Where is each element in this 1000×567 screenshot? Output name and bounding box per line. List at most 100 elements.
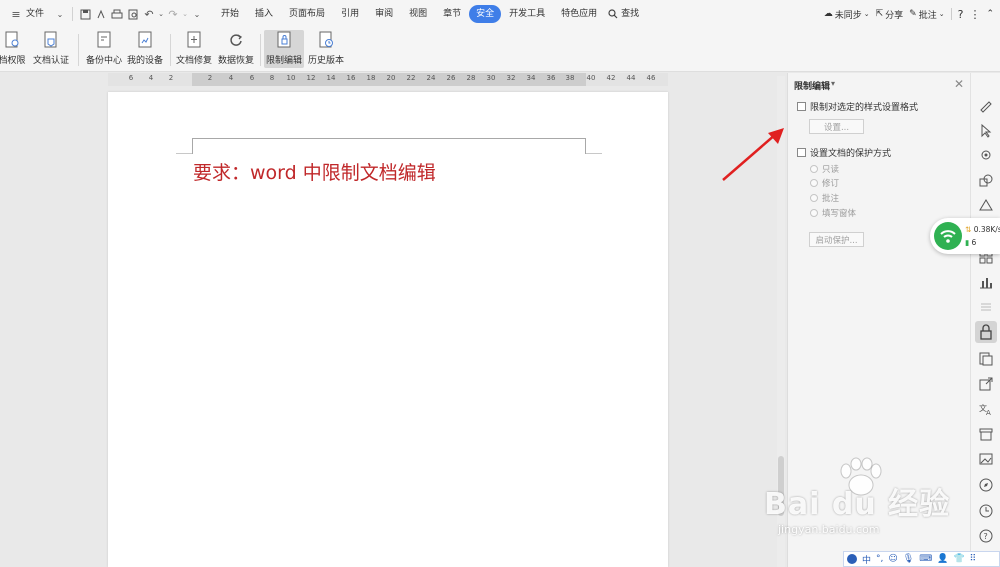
radio-circle[interactable] — [810, 179, 818, 187]
customize-toolbar-icon[interactable]: ⌄ — [189, 6, 205, 22]
tab-security[interactable]: 安全 — [469, 5, 502, 23]
ruler-tick: 4 — [228, 74, 234, 82]
help-button[interactable]: ? — [958, 8, 964, 21]
ime-logo-icon[interactable] — [847, 554, 857, 564]
network-count-value: 6 — [971, 238, 977, 247]
tab-page-layout[interactable]: 页面布局 — [281, 5, 333, 23]
ribbon-label: 限制编辑 — [265, 56, 302, 66]
document-permission-button[interactable]: 档权限 — [0, 30, 28, 68]
print-icon[interactable] — [109, 6, 125, 22]
emoji-icon[interactable]: ☺ — [888, 554, 897, 564]
radio-circle[interactable] — [810, 165, 818, 173]
menu-grid-icon[interactable]: ⠿ — [970, 554, 977, 564]
document-certify-button[interactable]: 文档认证 — [31, 30, 71, 68]
output-pdf-icon[interactable] — [93, 6, 109, 22]
skin-icon[interactable]: 👕 — [953, 554, 964, 564]
tab-insert[interactable]: 插入 — [247, 5, 281, 23]
format-restriction-option[interactable]: 限制对选定的样式设置格式 — [797, 100, 918, 113]
lock-button[interactable] — [975, 321, 997, 343]
shapes-icon[interactable] — [978, 173, 994, 189]
ruler-tick: 34 — [526, 74, 536, 82]
document-repair-button[interactable]: 文档修复 — [175, 30, 213, 68]
bar-chart-icon[interactable] — [978, 274, 994, 290]
ribbon-toolbar: 档权限 文档认证 备份中心 我的设备 文档修复 数据恢复 限制编辑 历史版本 — [0, 28, 1000, 72]
radio-track-changes[interactable]: 修订 — [810, 177, 839, 189]
radio-comments[interactable]: 批注 — [810, 192, 839, 204]
user-icon[interactable]: 👤 — [937, 554, 948, 564]
menu-hamburger-icon[interactable]: ≡ — [8, 6, 24, 22]
backup-center-button[interactable]: 备份中心 — [84, 30, 124, 68]
ruler-tick: 6 — [249, 74, 255, 82]
my-device-button[interactable]: 我的设备 — [126, 30, 164, 68]
history-version-button[interactable]: 历史版本 — [307, 30, 345, 68]
ime-language[interactable]: 中 — [862, 553, 871, 566]
ruler-tick: 6 — [128, 74, 134, 82]
radio-read-only[interactable]: 只读 — [810, 163, 839, 175]
document-compare-icon[interactable] — [978, 351, 994, 367]
redo-dropdown-icon[interactable]: ⌄ — [181, 6, 189, 22]
tab-references[interactable]: 引用 — [333, 5, 367, 23]
keyboard-icon[interactable]: ⌨ — [919, 554, 932, 564]
format-restriction-checkbox[interactable] — [797, 102, 806, 111]
tab-section[interactable]: 章节 — [435, 5, 469, 23]
chevron-down-icon: ⌄ — [863, 10, 870, 18]
start-protection-button[interactable]: 启动保护... — [809, 232, 864, 247]
chevron-down-icon: ⌄ — [938, 10, 945, 18]
file-menu[interactable]: 文件 — [24, 5, 52, 23]
search-label[interactable]: 查找 — [621, 5, 647, 23]
compass-icon[interactable] — [978, 477, 994, 493]
tab-special-apps[interactable]: 特色应用 — [553, 5, 605, 23]
export-icon[interactable] — [978, 376, 994, 392]
chevron-down-icon[interactable]: ⌄ — [52, 6, 68, 22]
pane-title-dropdown-icon[interactable]: ▾ — [831, 79, 835, 88]
ribbon-label: 档权限 — [0, 56, 26, 66]
collapse-ribbon-icon[interactable]: ⌃ — [986, 9, 994, 19]
help-icon[interactable]: ? — [978, 528, 994, 544]
pen-icon[interactable] — [978, 97, 994, 113]
share-button[interactable]: ⇱ 分享 — [876, 8, 904, 21]
protection-mode-option[interactable]: 设置文档的保护方式 — [797, 146, 891, 159]
tab-view[interactable]: 视图 — [401, 5, 435, 23]
network-speed-value: 0.38K/s — [973, 225, 1000, 234]
network-speed-widget[interactable]: ⇅ 0.38K/s ▮ 6 — [930, 218, 1000, 254]
ruler-tick: 8 — [269, 74, 275, 82]
tab-developer[interactable]: 开发工具 — [501, 5, 553, 23]
horizontal-ruler[interactable]: 6 4 2 2 4 6 8 10 12 14 16 18 20 22 24 26… — [108, 73, 668, 86]
location-icon[interactable] — [978, 148, 994, 164]
undo-icon[interactable]: ↶ — [141, 6, 157, 22]
tab-review[interactable]: 审阅 — [367, 5, 401, 23]
more-options-icon[interactable]: ⋮ — [969, 8, 980, 21]
cursor-icon[interactable] — [978, 123, 994, 139]
translate-icon[interactable]: 文A — [978, 401, 994, 417]
image-icon[interactable] — [978, 451, 994, 467]
page-header-boundary — [192, 138, 586, 154]
print-preview-icon[interactable] — [125, 6, 141, 22]
restrict-editing-button[interactable]: 限制编辑 — [264, 30, 304, 68]
document-title-text[interactable]: 要求：word 中限制文档编辑 — [193, 158, 436, 185]
radio-circle[interactable] — [810, 209, 818, 217]
data-recovery-button[interactable]: 数据恢复 — [217, 30, 255, 68]
ruler-tick: 14 — [326, 74, 336, 82]
ribbon-separator — [170, 34, 171, 66]
undo-dropdown-icon[interactable]: ⌄ — [157, 6, 165, 22]
redo-icon[interactable]: ↷ — [165, 6, 181, 22]
close-icon[interactable]: ✕ — [954, 77, 964, 91]
sync-status[interactable]: ☁ 未同步 ⌄ — [824, 8, 870, 21]
save-icon[interactable] — [77, 6, 93, 22]
settings-button[interactable]: 设置... — [809, 119, 864, 134]
voice-icon[interactable]: 🎙 — [903, 554, 914, 564]
align-icon[interactable] — [978, 299, 994, 315]
protection-mode-checkbox[interactable] — [797, 148, 806, 157]
ruler-tick: 2 — [168, 74, 174, 82]
ribbon-separator — [78, 34, 79, 66]
punctuation-icon[interactable]: °, — [876, 554, 883, 564]
radio-circle[interactable] — [810, 194, 818, 202]
document-page[interactable]: 要求：word 中限制文档编辑 — [108, 92, 668, 567]
layers-icon[interactable] — [978, 198, 994, 214]
tab-home[interactable]: 开始 — [213, 5, 247, 23]
history-icon[interactable] — [978, 503, 994, 519]
comment-button[interactable]: ✎ 批注 ⌄ — [909, 8, 944, 21]
archive-icon[interactable] — [978, 426, 994, 442]
search-icon[interactable] — [605, 6, 621, 22]
radio-fill-forms[interactable]: 填写窗体 — [810, 207, 856, 219]
